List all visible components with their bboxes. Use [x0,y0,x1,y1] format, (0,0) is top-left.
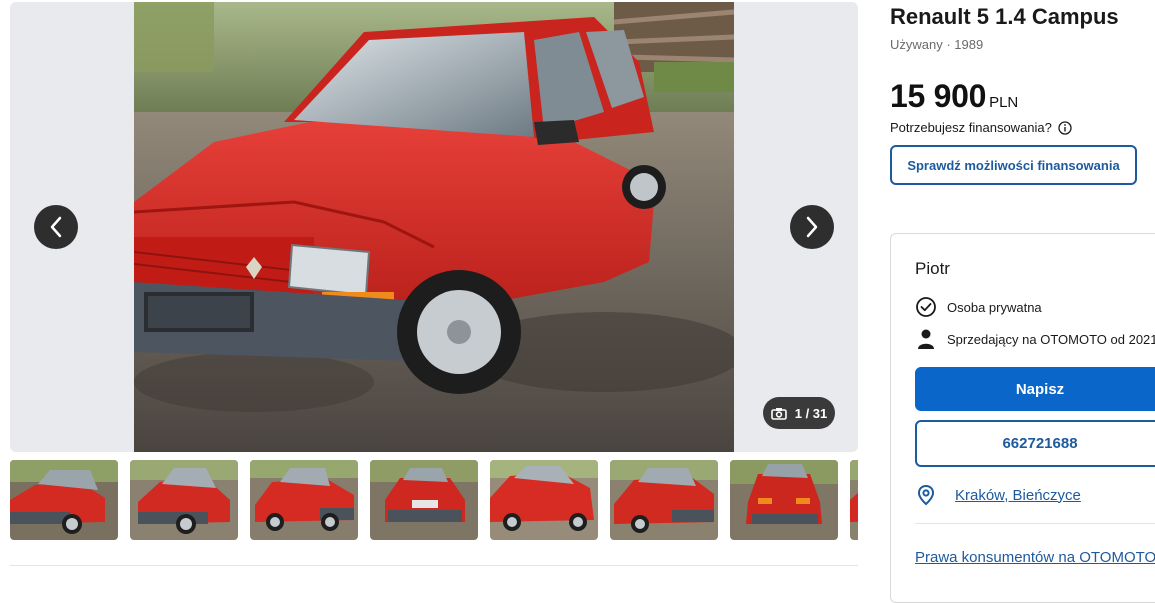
thumbnail-image [250,460,358,540]
price: 15 900 PLN [890,78,1018,115]
thumbnail-8[interactable] [850,460,858,540]
thumbnail-5[interactable] [490,460,598,540]
thumbnail-7[interactable] [730,460,838,540]
thumbnail-image [730,460,838,540]
previous-photo-button[interactable] [34,205,78,249]
person-icon [918,329,934,349]
next-photo-button[interactable] [790,205,834,249]
check-circle-icon [916,297,936,317]
chevron-right-icon [806,216,818,238]
seller-name: Piotr [915,259,950,278]
thumbnail-image [490,460,598,540]
photo-counter-text: 1 / 31 [794,405,828,421]
seller-since: Sprzedający na OTOMOTO od 2021 [947,331,1155,347]
price-currency: PLN [989,94,1019,111]
main-photo[interactable] [134,2,734,452]
seller-type: Osoba prywatna [947,299,1042,315]
price-amount: 15 900 [890,78,987,114]
location-row: Kraków, Bieńczyce [915,484,1081,506]
chevron-left-icon [50,216,62,238]
check-financing-button[interactable]: Sprawdź możliwości finansowania [890,145,1137,185]
thumbnail-image [610,460,718,540]
photo-gallery: 1 / 31 [10,2,858,452]
finance-question: Potrzebujesz finansowania? [890,120,1072,135]
thumbnail-image [130,460,238,540]
seller-card [890,233,1155,603]
listing-title: Renault 5 1.4 Campus [890,4,1119,29]
show-phone-button[interactable]: 662721688 [915,420,1155,467]
info-icon[interactable] [1058,120,1072,135]
map-pin-icon [917,484,935,506]
thumbnail-2[interactable] [130,460,238,540]
location-link[interactable]: Kraków, Bieńczyce [955,487,1081,504]
thumbnail-6[interactable] [610,460,718,540]
write-message-button[interactable]: Napisz [915,367,1155,411]
thumbnail-strip [10,460,858,542]
divider [10,565,858,566]
thumbnail-image [10,460,118,540]
camera-icon [770,407,787,420]
listing-subtitle: Używany · 1989 [890,37,984,52]
thumbnail-1[interactable] [10,460,118,540]
thumbnail-4[interactable] [370,460,478,540]
finance-question-text: Potrzebujesz finansowania? [890,120,1052,135]
seller-type-row: Osoba prywatna [915,296,1042,318]
seller-since-row: Sprzedający na OTOMOTO od 2021 [915,328,1155,350]
consumer-rights-link[interactable]: Prawa konsumentów na OTOMOTO [915,549,1155,566]
car-photo-image [134,2,734,452]
thumbnail-3[interactable] [250,460,358,540]
divider [915,523,1155,524]
thumbnail-image [370,460,478,540]
thumbnail-image [850,460,858,540]
photo-counter: 1 / 31 [763,397,835,429]
